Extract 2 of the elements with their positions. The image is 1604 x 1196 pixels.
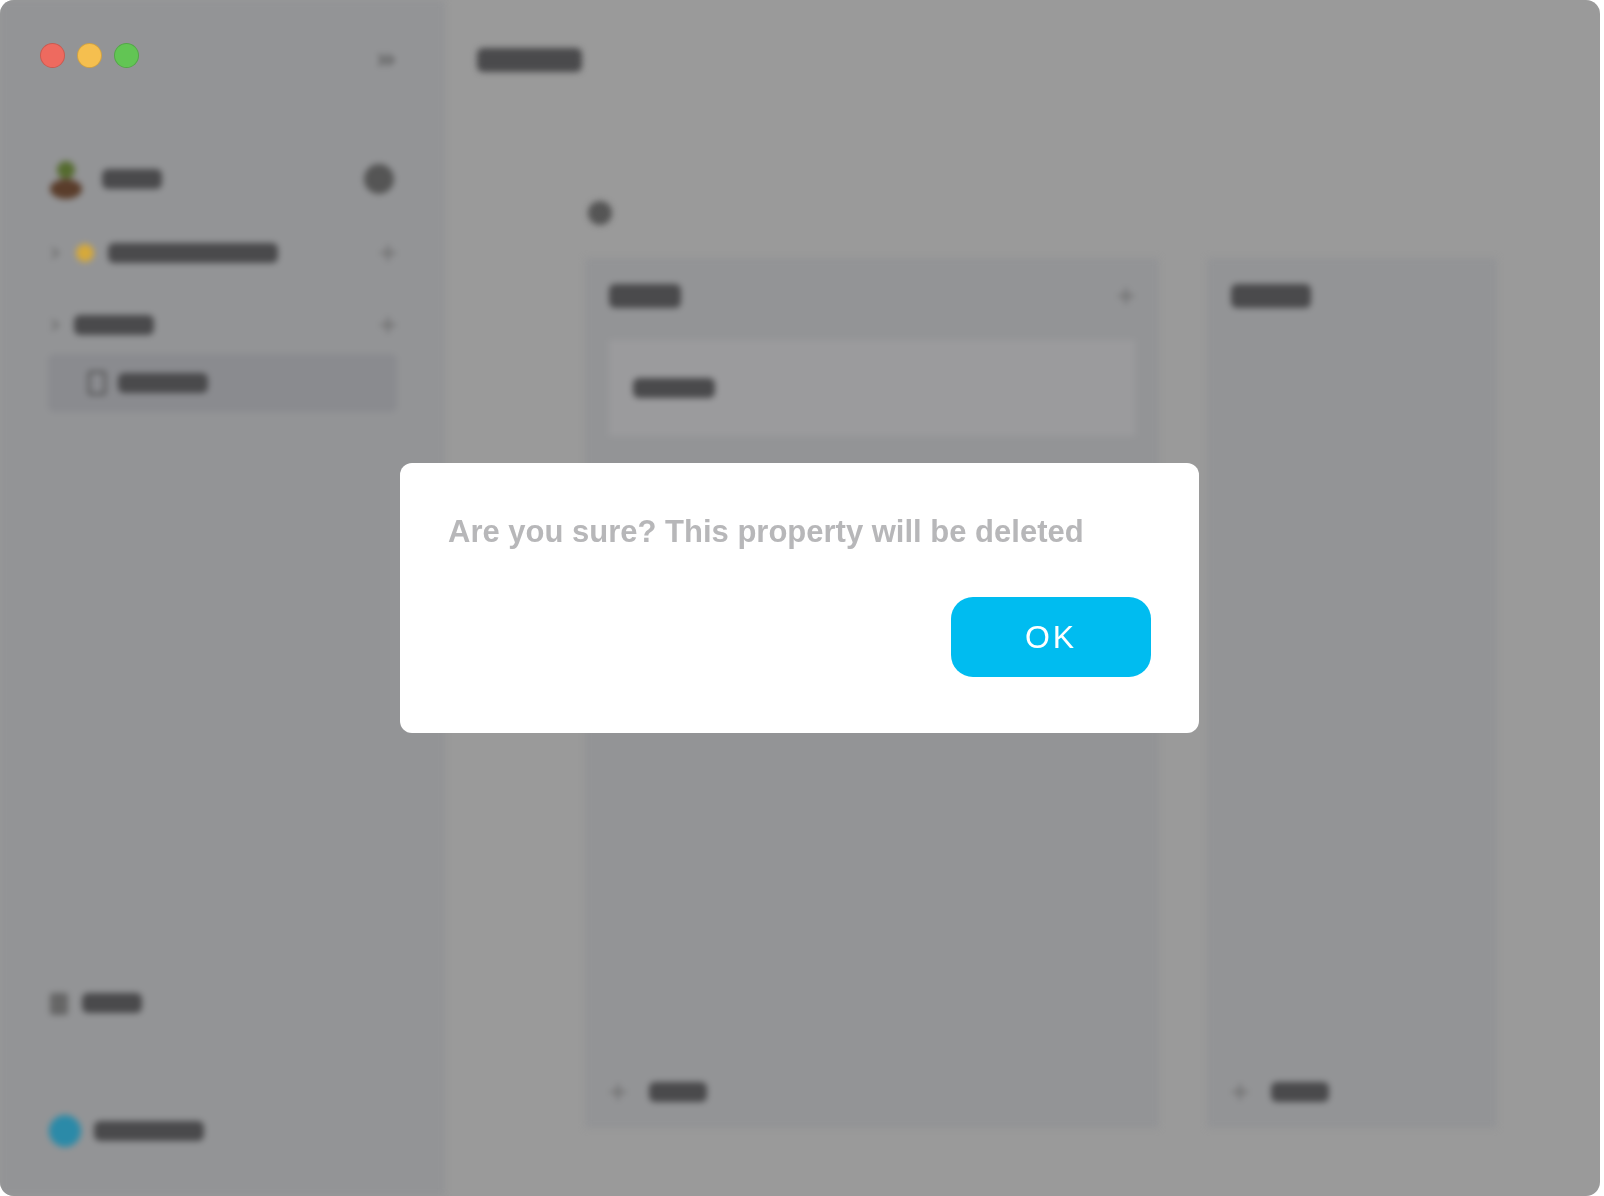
dialog-message: Are you sure? This property will be deleted [448, 513, 1085, 551]
ok-button[interactable]: OK [951, 597, 1151, 677]
